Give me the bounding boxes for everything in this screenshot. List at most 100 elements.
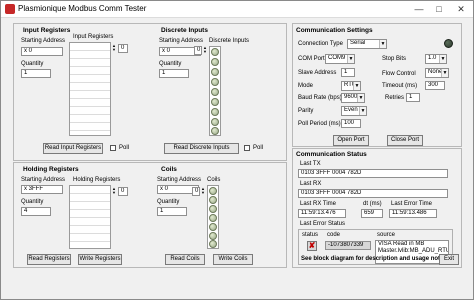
discrete-input-led: [211, 78, 219, 86]
ir-qty-input[interactable]: 1: [21, 69, 51, 78]
list-item: [70, 91, 110, 99]
stop-bits-value: 1.0: [428, 55, 437, 61]
di-index-stepper[interactable]: ▲ ▼: [202, 46, 208, 54]
list-item: [70, 99, 110, 107]
coils-qty-input[interactable]: 1: [157, 207, 187, 216]
write-coils-button[interactable]: Write Coils: [213, 254, 253, 265]
hr-index-stepper[interactable]: ▲ ▼: [111, 187, 117, 195]
comm-status-title: Communication Status: [296, 151, 367, 158]
baud-rate-select[interactable]: 9600 ▼: [341, 93, 365, 103]
parity-select[interactable]: Even ▼: [341, 106, 367, 116]
retries-label: Retries: [385, 95, 405, 101]
com-port-value: COM9: [328, 55, 346, 61]
slave-address-input[interactable]: 1: [341, 68, 355, 77]
list-item: [70, 123, 110, 131]
ir-start-label: Starting Address: [21, 38, 66, 44]
discrete-input-led: [211, 98, 219, 106]
stop-bits-select[interactable]: 1.0 ▼: [425, 54, 447, 64]
discrete-input-led: [211, 68, 219, 76]
ir-index-stepper[interactable]: ▲ ▼: [111, 44, 117, 52]
ir-qty-label: Quantity: [21, 61, 44, 67]
input-registers-list[interactable]: [69, 42, 111, 136]
discrete-input-led: [211, 58, 219, 66]
maximize-button[interactable]: □: [429, 2, 449, 16]
list-item: [70, 75, 110, 83]
connection-type-select[interactable]: Serial ▼: [347, 39, 387, 49]
stop-bits-label: Stop Bits: [382, 56, 407, 62]
ir-index-input[interactable]: 0: [118, 44, 128, 53]
hr-qty-input[interactable]: 4: [21, 207, 51, 216]
chevron-down-icon: ▼: [353, 82, 360, 90]
ir-start-input[interactable]: x 0: [21, 47, 63, 56]
read-discrete-inputs-button[interactable]: Read Discrete Inputs: [164, 143, 239, 154]
discrete-input-led: [211, 108, 219, 116]
list-item: [70, 194, 110, 202]
coil-led[interactable]: [209, 223, 217, 231]
ir-poll-checkbox[interactable]: [110, 145, 116, 151]
list-item: [70, 51, 110, 59]
comm-settings-title: Communication Settings: [296, 27, 373, 34]
coils-start-label: Starting Address: [157, 177, 202, 183]
di-index-input[interactable]: 0: [194, 46, 202, 55]
di-start-label: Starting Address: [159, 38, 204, 44]
flow-control-select[interactable]: None ▼: [425, 68, 449, 78]
hr-list-label: Holding Registers: [73, 177, 121, 183]
coil-led[interactable]: [209, 196, 217, 204]
parity-label: Parity: [298, 108, 314, 114]
title-bar: Plasmionique Modbus Comm Tester — □ ✕: [1, 1, 473, 18]
discrete-input-led: [211, 127, 219, 135]
list-item: [70, 234, 110, 242]
last-tx-value: 0103 3FFF 0004 782D: [298, 169, 448, 178]
exit-button[interactable]: Exit: [439, 254, 459, 265]
di-start-value: 0: [166, 48, 171, 54]
read-input-registers-button[interactable]: Read Input Registers: [43, 143, 103, 154]
list-item: [70, 59, 110, 67]
last-rx-value: 0103 3FFF 0004 782D: [298, 189, 448, 198]
open-port-button[interactable]: Open Port: [333, 135, 369, 146]
slave-address-label: Slave Address: [298, 70, 337, 76]
coil-led[interactable]: [209, 240, 217, 248]
minimize-button[interactable]: —: [409, 2, 429, 16]
last-tx-label: Last TX: [300, 161, 321, 167]
list-item: [70, 210, 110, 218]
timeout-input[interactable]: 300: [425, 81, 445, 90]
chevron-down-icon: ▼: [439, 55, 446, 63]
list-item: [70, 43, 110, 51]
poll-period-input[interactable]: 100: [341, 119, 361, 128]
di-qty-input[interactable]: 1: [159, 69, 189, 78]
chevron-down-icon: ▼: [379, 40, 386, 48]
read-coils-button[interactable]: Read Coils: [165, 254, 205, 265]
discrete-inputs-title: Discrete Inputs: [161, 27, 208, 34]
coils-index-stepper[interactable]: ▲ ▼: [200, 187, 206, 195]
close-port-button[interactable]: Close Port: [387, 135, 423, 146]
close-button[interactable]: ✕: [451, 2, 471, 16]
holding-registers-list[interactable]: [69, 185, 111, 249]
write-registers-button[interactable]: Write Registers: [78, 254, 122, 265]
di-list-label: Discrete Inputs: [209, 38, 250, 44]
last-error-time-value: 11:59:13.486: [389, 209, 437, 218]
coils-list-label: Coils: [207, 177, 221, 183]
ir-poll-label: Poll: [119, 145, 130, 151]
di-poll-label: Poll: [253, 145, 264, 151]
window-title: Plasmionique Modbus Comm Tester: [18, 4, 147, 13]
read-registers-button[interactable]: Read Registers: [27, 254, 71, 265]
mode-select[interactable]: RTU ▼: [341, 81, 361, 91]
error-code-value: -1073807339: [325, 241, 371, 250]
source-label: source: [377, 232, 396, 238]
chevron-down-icon: ▼: [347, 55, 354, 63]
coil-led[interactable]: [209, 187, 217, 195]
com-port-select[interactable]: COM9 ▼: [325, 54, 355, 64]
last-error-status-label: Last Error Status: [300, 221, 346, 227]
holding-registers-title: Holding Registers: [23, 166, 79, 173]
hr-start-value: 3FFF: [28, 186, 44, 192]
hr-start-input[interactable]: x 3FFF: [21, 185, 63, 194]
retries-input[interactable]: 1: [406, 93, 420, 102]
coils-index-input[interactable]: 0: [192, 187, 200, 196]
chevron-down-icon: ▼: [359, 107, 366, 115]
hr-index-input[interactable]: 0: [118, 187, 128, 196]
coil-led[interactable]: [209, 205, 217, 213]
coil-led[interactable]: [209, 232, 217, 240]
di-poll-checkbox[interactable]: [244, 145, 250, 151]
coil-led[interactable]: [209, 214, 217, 222]
mode-label: Mode: [298, 83, 314, 89]
